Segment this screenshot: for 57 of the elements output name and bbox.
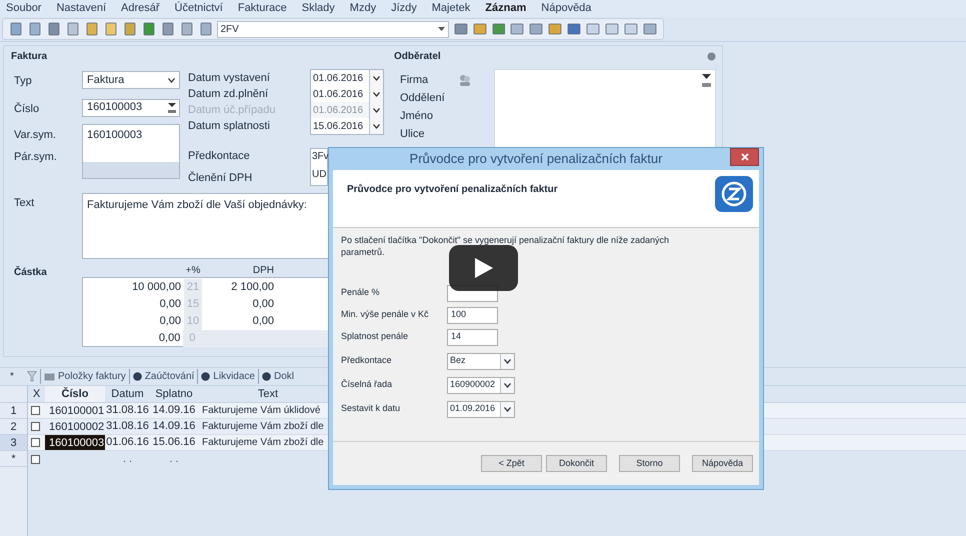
table-cell-text: 31.08.16 — [105, 419, 150, 434]
dialog-title: Průvodce pro vytvoření penalizačních faktur — [410, 150, 662, 168]
field-label: Datum vystavení — [188, 71, 271, 86]
field-label: Penále % — [341, 286, 381, 300]
column-header: DPH — [252, 264, 275, 277]
table-cell-text: 14.09.16 — [152, 403, 196, 418]
amount-cell-text: 0,00 — [158, 297, 182, 312]
field-label: Oddělení — [400, 90, 446, 106]
text-value: Fakturujeme Vám zboží dle Vaší objednávky: — [87, 199, 307, 211]
table-cell-text: 15.06.16 — [152, 435, 196, 450]
field-label: Splatnost penále — [341, 330, 410, 344]
section-title: Odběratel — [394, 50, 441, 64]
rate-cell: 0 — [183, 330, 202, 347]
field-label: Číslo — [13, 101, 40, 116]
table-cell-text: Fakturujeme Vám zboží dle — [201, 420, 325, 434]
field-label: Jméno — [400, 108, 434, 124]
rate-cell: 10 — [184, 313, 202, 330]
date-mask: . . — [168, 452, 180, 467]
vat-cell-text: 2 100,00 — [230, 280, 275, 296]
date-mask: . . — [122, 452, 134, 467]
rate-cell: 21 — [184, 279, 202, 296]
field-label: Předkontace — [341, 354, 393, 368]
vat-cell-text: 0,00 — [252, 297, 275, 312]
table-cell: 160100003 — [45, 435, 105, 450]
table-cell-text: 160100001 — [48, 404, 105, 418]
field-label: Var.sym. — [14, 128, 57, 143]
field-label: Číselná řada — [341, 378, 394, 392]
field-label: Text — [13, 196, 36, 211]
vat-cell-text: 0,00 — [252, 314, 275, 330]
field-label: Sestavit k datu — [341, 402, 402, 416]
section-title: Částka — [13, 265, 48, 280]
field-label: Členění DPH — [188, 170, 254, 186]
table-cell-text: 160100002 — [48, 420, 105, 434]
symbol-value: 160100003 — [87, 129, 142, 141]
table-cell-text: Fakturujeme Vám úklidové — [201, 404, 322, 418]
table-cell-text: Fakturujeme Vám zboží dle — [201, 436, 325, 450]
field-label: Datum zd.plnění — [188, 87, 270, 102]
amount-cell-text: 0,00 — [158, 331, 182, 346]
table-cell-text: 01.06.16 — [105, 435, 150, 450]
column-header: +% — [184, 264, 202, 277]
field-label: Předkontace — [188, 149, 251, 164]
field-label: Datum splatnosti — [188, 119, 271, 134]
rate-cell: 15 — [184, 296, 202, 313]
table-cell-text: 14.09.16 — [152, 419, 196, 434]
date-field: 01.06.2016 — [311, 102, 383, 118]
field-label: Min. výše penále v Kč — [341, 308, 430, 322]
section-title: Faktura — [11, 50, 48, 63]
field-value: UD — [312, 168, 327, 182]
field-label: Pár.sym. — [14, 150, 58, 164]
field-label: Datum úč.případu — [188, 103, 276, 118]
field-label: Ulice — [400, 126, 426, 142]
field-label: Typ — [13, 74, 33, 89]
field-label: Firma — [400, 72, 430, 88]
table-cell-text: 31.08.16 — [105, 403, 150, 418]
field-value: 3Fv — [312, 150, 327, 164]
amount-cell-text: 10 000,00 — [131, 280, 182, 296]
amount-cell-text: 0,00 — [158, 314, 182, 330]
